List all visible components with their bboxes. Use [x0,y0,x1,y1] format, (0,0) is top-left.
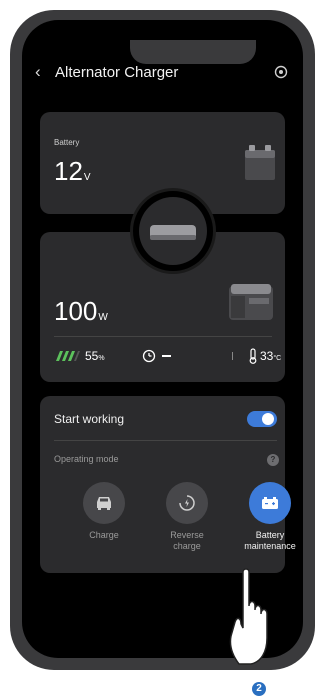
charger-ring [130,188,216,274]
output-power-unit: W [98,312,108,323]
output-power: 100W [54,296,108,327]
timer-icon [142,349,156,363]
charge-percent-unit: % [98,355,105,362]
battery-icon [262,497,278,509]
charge-percent: 55% [85,349,105,363]
battery-label: Battery [54,138,80,147]
output-divider [54,336,272,337]
mode-charge-button[interactable]: Charge [65,482,143,562]
alternator-charger-icon [150,225,196,240]
battery-voltage: 12V [54,156,91,187]
mode-reverse-circle [166,482,208,524]
step-badge: 2 [252,682,266,696]
help-icon[interactable]: ? [267,454,279,466]
mode-maintenance-label-line2: maintenance [244,541,296,551]
power-station-icon [229,284,273,320]
battery-voltage-unit: V [83,172,91,183]
start-working-label: Start working [54,412,125,426]
charger-ring-inner [139,197,207,265]
work-divider [54,440,277,441]
reverse-charge-icon [179,495,195,511]
car-icon [97,497,111,510]
temperature-unit: °C [273,355,282,362]
mode-reverse-label: Reverse charge [148,530,226,552]
stats-separator [232,352,233,360]
app-screen: ‹ Alternator Charger Battery 12V 100W 55… [22,20,303,658]
temperature-value: 33 [260,349,274,363]
header: ‹ Alternator Charger [22,62,303,84]
gear-icon[interactable] [273,64,289,80]
mode-reverse-label-line2: charge [173,541,201,551]
battery-voltage-value: 12 [54,156,83,186]
car-battery-icon [245,145,275,180]
mode-charge-label-line1: Charge [89,530,119,540]
tap-hand-icon [229,568,268,665]
mode-reverse-label-line1: Reverse [170,530,204,540]
mode-battery-maintenance-button[interactable]: Battery maintenance [231,482,303,562]
page-title: Alternator Charger [55,64,179,81]
charge-level-icon [56,351,80,361]
phone-notch [130,40,256,64]
mode-maintenance-label: Battery maintenance [231,530,303,552]
operating-mode-label: Operating mode [54,454,119,464]
chevron-left-icon[interactable]: ‹ [35,62,41,82]
mode-maintenance-circle [249,482,291,524]
mode-charge-label: Charge [65,530,143,541]
start-working-toggle[interactable] [247,411,277,427]
temperature: 33°C [260,349,281,363]
toggle-knob [262,413,274,425]
mode-maintenance-label-line1: Battery [255,530,285,540]
remaining-time [162,355,171,357]
output-power-value: 100 [54,296,98,326]
mode-charge-circle [83,482,125,524]
thermometer-icon [249,348,257,364]
stats-row: 55% 33°C [54,348,281,366]
mode-reverse-charge-button[interactable]: Reverse charge [148,482,226,562]
work-card: Start working Operating mode ? Charge Re… [40,396,296,573]
charge-percent-value: 55 [85,349,99,363]
